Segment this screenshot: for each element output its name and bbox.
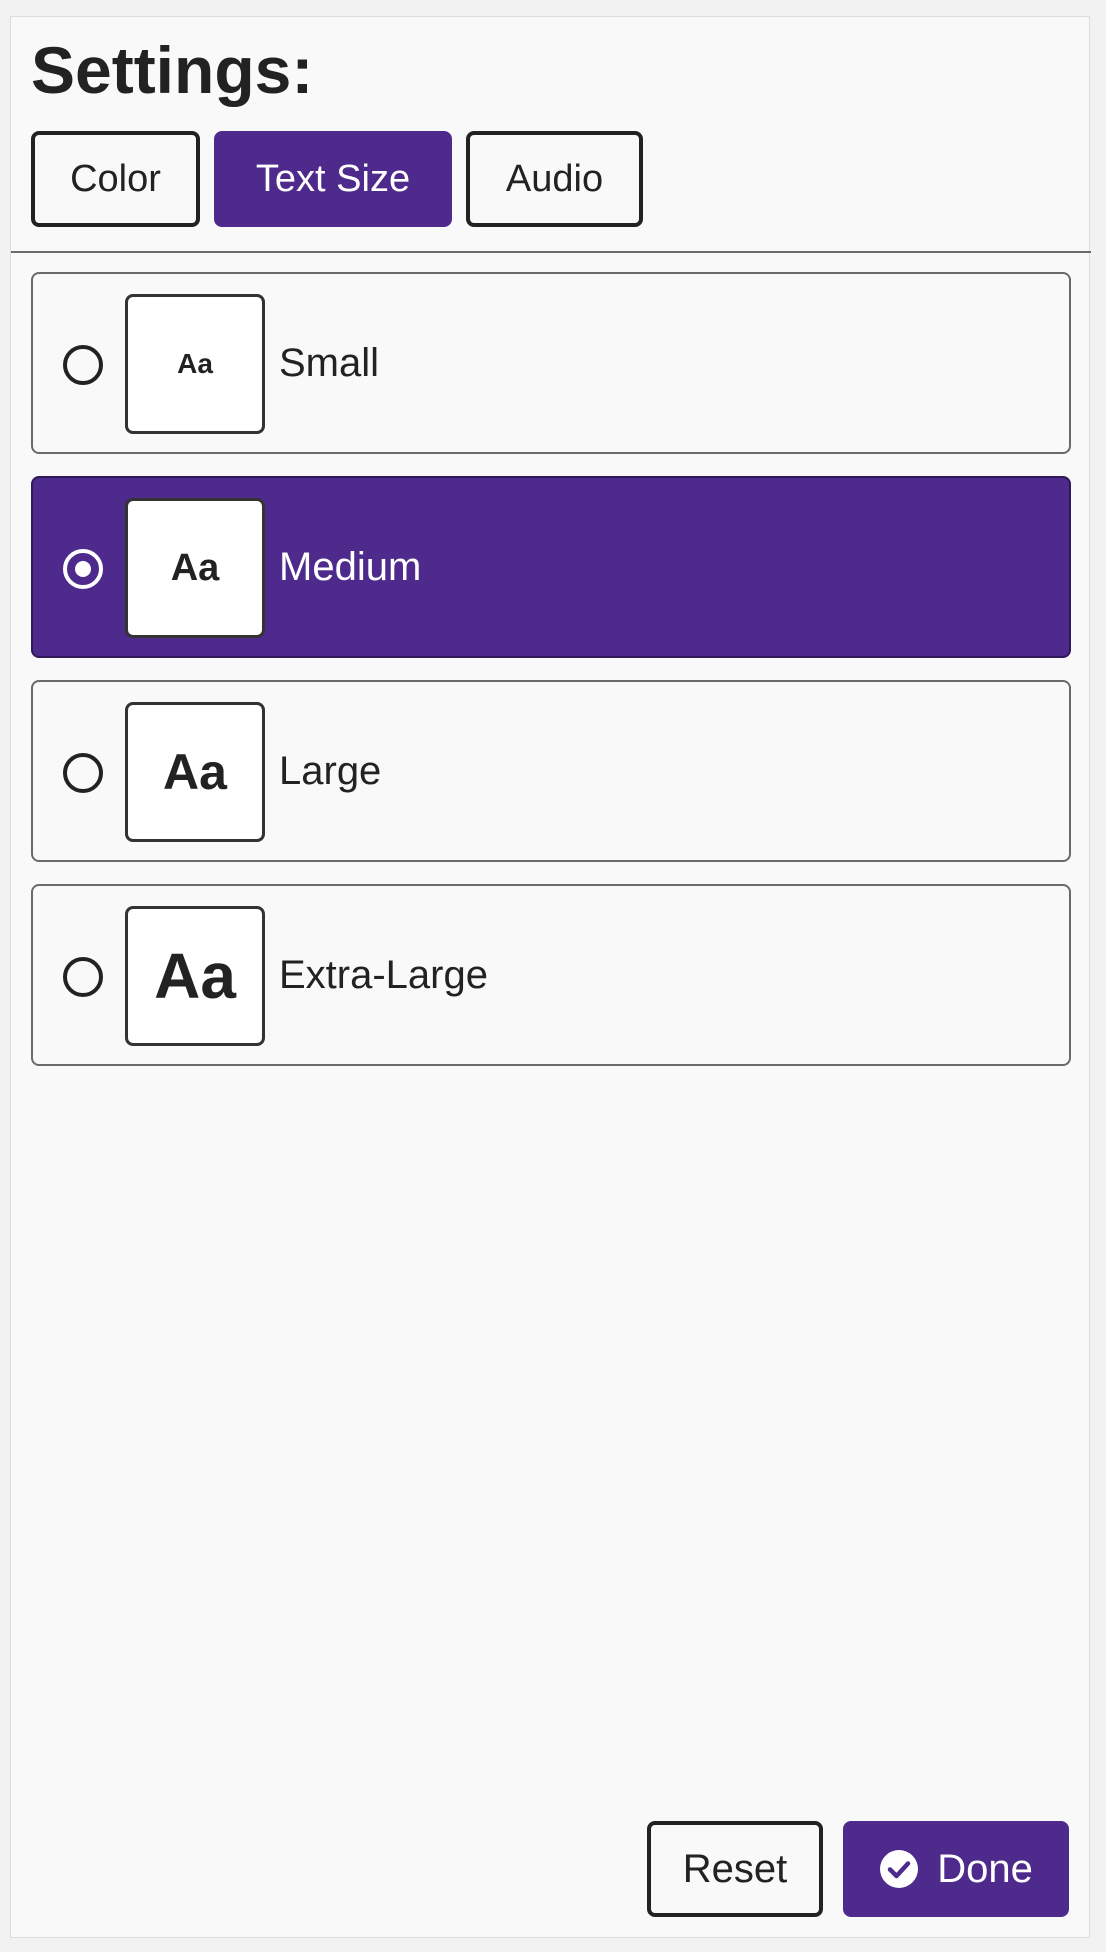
text-size-option-large[interactable]: Aa Large bbox=[31, 680, 1071, 862]
option-label: Extra-Large bbox=[279, 952, 488, 997]
option-label: Medium bbox=[279, 544, 422, 589]
option-label: Small bbox=[279, 340, 380, 385]
reset-button[interactable]: Reset bbox=[647, 1821, 823, 1917]
radio-dot bbox=[75, 561, 91, 577]
done-button[interactable]: Done bbox=[843, 1821, 1069, 1917]
text-size-preview: Aa bbox=[125, 498, 265, 638]
text-size-option-medium[interactable]: Aa Medium bbox=[31, 476, 1071, 658]
radio-button[interactable] bbox=[63, 345, 103, 385]
page-title: Settings: bbox=[31, 33, 314, 107]
reset-button-label: Reset bbox=[682, 1846, 788, 1891]
text-size-option-small[interactable]: Aa Small bbox=[31, 272, 1071, 454]
radio-button[interactable] bbox=[63, 753, 103, 793]
tabs-divider bbox=[11, 251, 1091, 253]
text-size-preview: Aa bbox=[125, 906, 265, 1046]
radio-button[interactable] bbox=[63, 957, 103, 997]
tab-color[interactable]: Color bbox=[31, 131, 200, 227]
check-circle-icon bbox=[880, 1850, 919, 1888]
option-label: Large bbox=[279, 748, 382, 793]
settings-footer: Reset Done bbox=[647, 1821, 1069, 1917]
text-size-options: Aa Small Aa Medium Aa Large Aa Extra-Lar… bbox=[31, 272, 1071, 1088]
done-button-label: Done bbox=[937, 1846, 1033, 1891]
text-size-option-extra-large[interactable]: Aa Extra-Large bbox=[31, 884, 1071, 1066]
radio-button[interactable] bbox=[63, 549, 103, 589]
tab-text-size[interactable]: Text Size bbox=[214, 131, 452, 227]
tab-audio[interactable]: Audio bbox=[466, 131, 643, 227]
text-size-preview: Aa bbox=[125, 702, 265, 842]
settings-panel: Settings: Color Text Size Audio Aa Small… bbox=[10, 16, 1091, 1938]
text-size-preview: Aa bbox=[125, 294, 265, 434]
settings-tabs: Color Text Size Audio bbox=[31, 131, 643, 227]
